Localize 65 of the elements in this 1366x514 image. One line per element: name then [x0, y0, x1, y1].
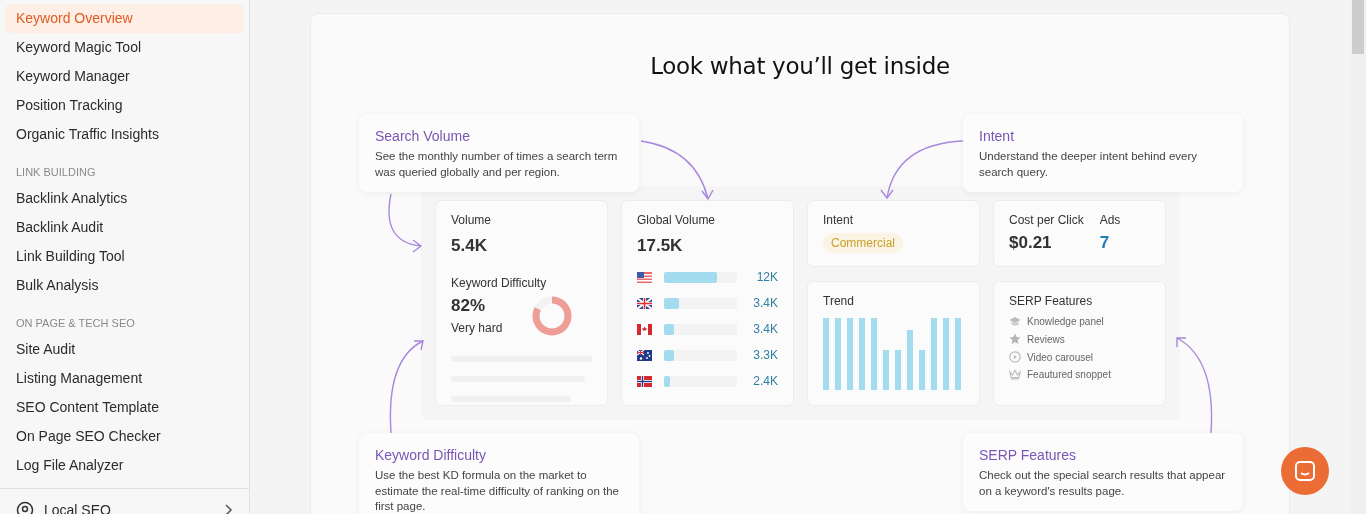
chevron-icon — [225, 504, 233, 514]
country-volume: 12K — [755, 270, 778, 284]
feature-label: Reviews — [1027, 333, 1065, 345]
metric-label: Global Volume — [637, 213, 717, 227]
feature-label: Video carousel — [1027, 351, 1093, 363]
sidebar-item[interactable]: Keyword Magic Tool — [5, 33, 244, 62]
metric-value: 5.4K — [451, 236, 488, 256]
sidebar-item[interactable]: On Page SEO Checker — [5, 422, 244, 451]
section-heading: ON PAGE & TECH SEO — [15, 316, 136, 331]
metric-label: Cost per Click — [1009, 213, 1084, 227]
chat-button[interactable] — [1281, 447, 1329, 495]
heading: Look what you’ll get inside — [649, 52, 951, 80]
feature-label: Knowledge panel — [1027, 316, 1104, 327]
sidebar-item[interactable]: Log File Analyzer — [5, 451, 244, 480]
flag-icon — [637, 297, 652, 309]
sidebar-item[interactable]: Organic Traffic Insights — [5, 120, 244, 149]
play-icon — [1009, 351, 1021, 363]
location-icon — [16, 501, 34, 514]
chat-icon — [1295, 461, 1315, 481]
flag-icon — [637, 349, 652, 361]
scrollbar[interactable] — [1350, 0, 1366, 514]
sidebar-item[interactable]: Backlink Audit — [5, 213, 244, 242]
country-volume: 3.3K — [752, 348, 778, 362]
sidebar-item[interactable]: Position Tracking — [5, 91, 244, 120]
flag-icon — [637, 375, 652, 387]
sidebar-item[interactable]: Site Audit — [5, 335, 244, 364]
section-heading: LINK BUILDING — [15, 165, 97, 180]
metric-label: Intent — [823, 213, 855, 227]
country-volume: 3.4K — [752, 296, 778, 310]
feature-label: Feautured snoppet — [1027, 369, 1111, 380]
sidebar-item[interactable]: Keyword Manager — [5, 62, 244, 91]
callout-title: Search Volume — [375, 128, 471, 144]
sidebar-item[interactable]: Link Building Tool — [5, 242, 244, 271]
country-volume: 2.4K — [752, 374, 778, 388]
donut-gauge — [532, 296, 572, 336]
callout-title: SERP Features — [979, 447, 1077, 463]
callout-title: Keyword Difficulty — [375, 447, 487, 463]
callout-text: Understand the deeper intent behind every search query. — [979, 149, 1198, 180]
metric-value: $0.21 — [1009, 233, 1053, 253]
metric-label: Ads — [1099, 213, 1121, 227]
sidebar-item[interactable]: SEO Content Template — [5, 393, 244, 422]
callout-title: Intent — [979, 128, 1016, 144]
star-icon — [1009, 333, 1021, 345]
metric-label: Trend — [823, 294, 855, 308]
callout-text: Check out the special search results that appear on a keyword's results page. — [979, 468, 1227, 499]
metric-value: 82% — [451, 296, 487, 317]
metric-value: 7 — [1099, 233, 1111, 253]
metric-label: Volume — [451, 213, 493, 227]
crown-icon — [1009, 369, 1021, 380]
intent-badge: Commercial — [823, 233, 903, 253]
flag-icon — [637, 271, 652, 283]
metric-label: Keyword Difficulty — [451, 276, 548, 290]
country-volume: 3.4K — [752, 322, 778, 336]
sidebar-item[interactable]: Backlink Analytics — [5, 184, 244, 213]
metric-label: SERP Features — [1009, 294, 1094, 308]
scroll-thumb[interactable] — [1352, 0, 1364, 54]
metric-value: 17.5K — [637, 236, 684, 256]
arrow — [388, 193, 423, 253]
graduation-cap-icon — [1009, 316, 1021, 327]
callout-text: Use the best KD formula on the market to estimate the real-time difficulty of ranking on the first page. — [375, 468, 620, 514]
difficulty-text: Very hard — [451, 321, 504, 336]
flag-icon — [637, 323, 652, 335]
callout-text: See the monthly number of times a search term was queried globally and per region. — [375, 149, 619, 180]
sidebar-item[interactable]: Listing Management — [5, 364, 244, 393]
sidebar-item[interactable]: Bulk Analysis — [5, 271, 244, 300]
